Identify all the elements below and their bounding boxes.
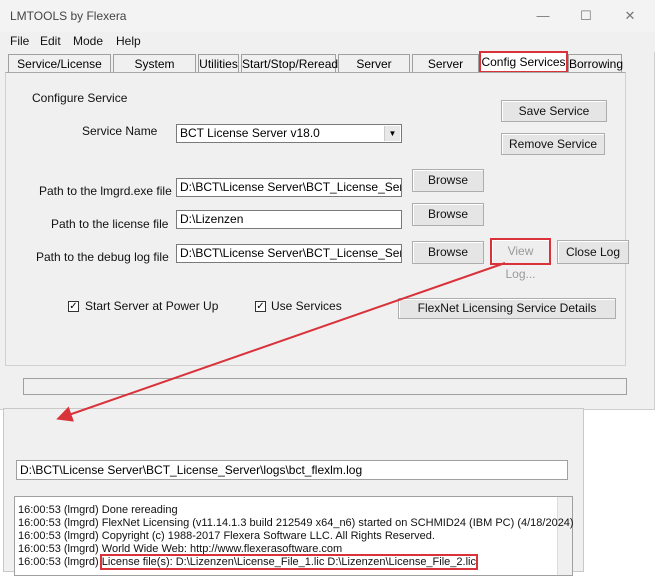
annotation-arrow <box>56 262 506 422</box>
